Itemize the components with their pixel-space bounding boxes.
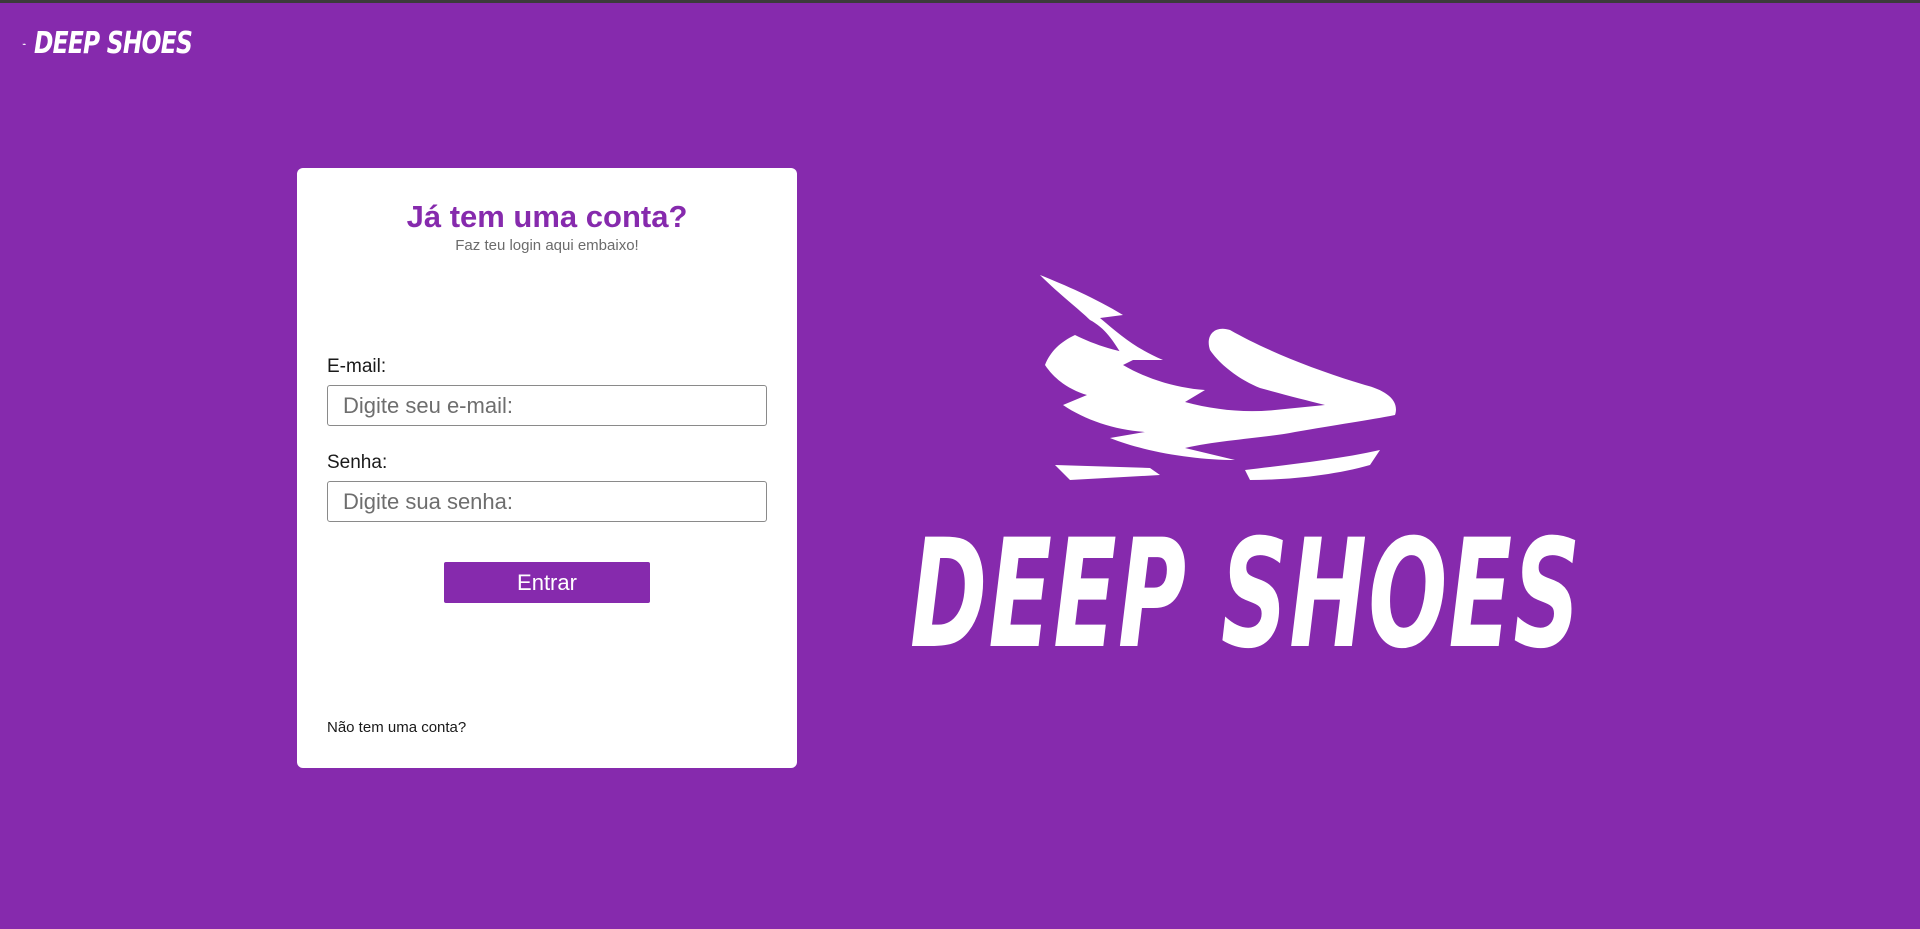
brand-name-large: DEEP SHOES	[910, 508, 1582, 682]
winged-shoe-icon	[22, 42, 27, 46]
header-logo[interactable]: DEEP SHOES	[22, 24, 237, 64]
winged-shoe-icon	[1040, 275, 1396, 480]
email-input[interactable]	[327, 385, 767, 426]
signup-link[interactable]: Não tem uma conta?	[327, 719, 466, 737]
brand-logo-mark	[1035, 270, 1415, 500]
login-title: Já tem uma conta?	[406, 199, 688, 234]
browser-top-border	[0, 0, 1920, 3]
login-subtitle: Faz teu login aqui embaixo!	[455, 237, 639, 254]
password-label: Senha:	[327, 452, 388, 473]
password-input[interactable]	[327, 481, 767, 522]
login-card: Já tem uma conta? Faz teu login aqui emb…	[297, 168, 797, 768]
header-brand-name: DEEP SHOES	[34, 26, 193, 61]
email-label: E-mail:	[327, 356, 387, 377]
login-button[interactable]: Entrar	[444, 562, 650, 603]
